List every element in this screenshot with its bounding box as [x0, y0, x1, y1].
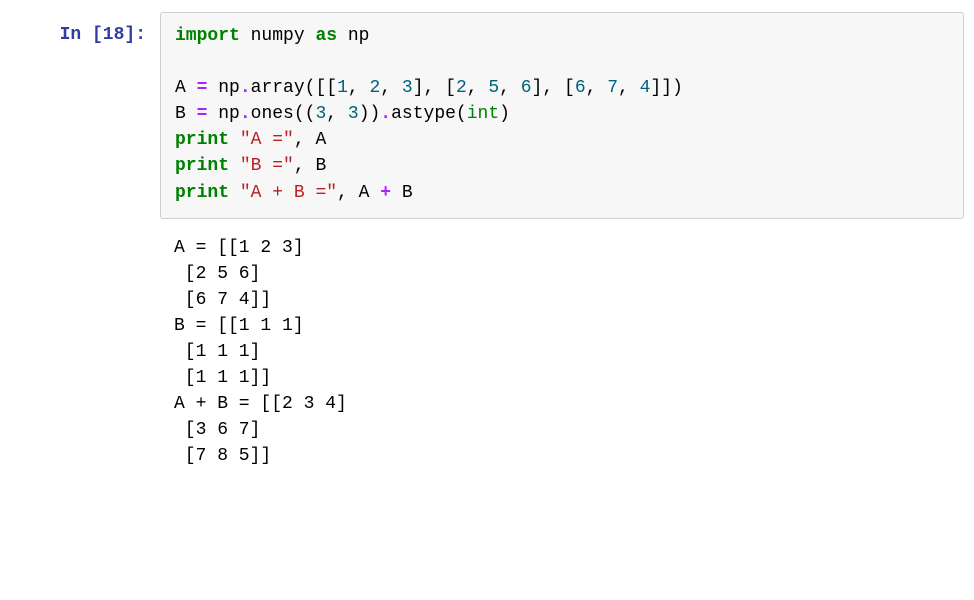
code-text: ]]) — [650, 78, 682, 98]
code-text: numpy — [240, 26, 316, 46]
code-text: )) — [359, 104, 381, 124]
operator: = — [197, 104, 208, 124]
code-text: A — [175, 78, 197, 98]
code-text: , — [467, 78, 489, 98]
input-prompt: In [18]: — [10, 12, 160, 48]
code-text: array([[ — [251, 78, 337, 98]
string: "A + B =" — [240, 183, 337, 203]
code-text: ], [ — [532, 78, 575, 98]
output-text: A = [[1 2 3] [2 5 6] [6 7 4]] B = [[1 1 … — [174, 238, 347, 467]
code-text: ones(( — [251, 104, 316, 124]
code-text: B — [175, 104, 197, 124]
string: "A =" — [240, 130, 294, 150]
operator: . — [240, 78, 251, 98]
output-row: A = [[1 2 3] [2 5 6] [6 7 4]] B = [[1 1 … — [10, 233, 964, 470]
operator: = — [197, 78, 208, 98]
code-text: astype( — [391, 104, 467, 124]
number: 3 — [315, 104, 326, 124]
code-text: , — [326, 104, 348, 124]
code-text: , A — [337, 183, 380, 203]
code-text: , — [348, 78, 370, 98]
operator: + — [380, 183, 391, 203]
number: 1 — [337, 78, 348, 98]
number: 2 — [369, 78, 380, 98]
code-text: np — [337, 26, 369, 46]
keyword-print: print — [175, 183, 229, 203]
code-text: , — [586, 78, 608, 98]
code-text: ) — [499, 104, 510, 124]
code-text: , A — [294, 130, 326, 150]
number: 6 — [575, 78, 586, 98]
operator: . — [240, 104, 251, 124]
code-text — [229, 130, 240, 150]
code-text: np — [207, 104, 239, 124]
code-text: B — [391, 183, 413, 203]
string: "B =" — [240, 156, 294, 176]
code-text — [229, 156, 240, 176]
output-prompt-spacer — [10, 233, 160, 470]
number: 7 — [607, 78, 618, 98]
code-text: ], [ — [413, 78, 456, 98]
number: 3 — [402, 78, 413, 98]
number: 3 — [348, 104, 359, 124]
notebook-cell: In [18]: import numpy as np A = np.array… — [10, 12, 964, 219]
code-output: A = [[1 2 3] [2 5 6] [6 7 4]] B = [[1 1 … — [160, 233, 964, 470]
prompt-label: In [18]: — [60, 25, 146, 45]
code-text: , — [499, 78, 521, 98]
keyword-print: print — [175, 130, 229, 150]
code-text: np — [207, 78, 239, 98]
operator: . — [380, 104, 391, 124]
code-input[interactable]: import numpy as np A = np.array([[1, 2, … — [160, 12, 964, 219]
keyword-import: import — [175, 26, 240, 46]
builtin: int — [467, 104, 499, 124]
keyword-as: as — [315, 26, 337, 46]
number: 2 — [456, 78, 467, 98]
number: 4 — [640, 78, 651, 98]
code-text: , — [380, 78, 402, 98]
number: 6 — [521, 78, 532, 98]
code-text — [229, 183, 240, 203]
keyword-print: print — [175, 156, 229, 176]
number: 5 — [488, 78, 499, 98]
code-text: , — [618, 78, 640, 98]
code-text: , B — [294, 156, 326, 176]
